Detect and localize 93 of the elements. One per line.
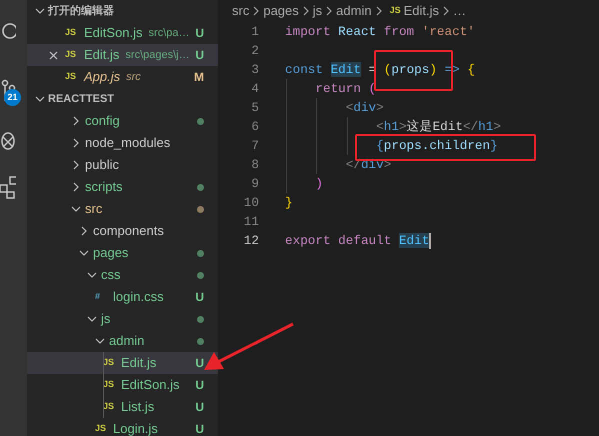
chevron-right-icon	[374, 6, 383, 16]
text-cursor	[429, 232, 432, 249]
folder-name: public	[85, 156, 119, 174]
chevron-right-icon	[442, 6, 450, 16]
file-name: EditSon.js	[84, 24, 143, 42]
code-line: {props.children}	[285, 136, 498, 155]
code-line: }	[285, 194, 293, 212]
close-icon	[49, 50, 58, 60]
folder-name: admin	[109, 332, 144, 350]
file-icon: JS	[65, 26, 81, 40]
line-number: 9	[250, 175, 259, 193]
tree-item[interactable]: public	[27, 154, 218, 176]
file-icon: JS	[65, 70, 81, 84]
breadcrumb-item[interactable]: admin	[336, 1, 372, 21]
code-line: export default Edit	[285, 232, 432, 250]
tree-item[interactable]: css	[27, 264, 218, 286]
file-icon: JS	[103, 378, 119, 392]
line-number: 1	[250, 23, 259, 41]
code-line: <div>	[285, 98, 384, 117]
open-editor-item[interactable]: JS App.js src M	[27, 66, 218, 88]
folder-name: node_modules	[85, 134, 170, 152]
section-header[interactable]: REACTTEST	[27, 88, 218, 110]
line-number: 10	[242, 194, 259, 212]
tree-item[interactable]: JS Login.js U	[27, 418, 218, 436]
file-icon: JS	[103, 400, 119, 414]
tree-item[interactable]: JS EditSon.js U	[27, 374, 218, 396]
file-name: Edit.js	[84, 46, 120, 64]
git-status: U	[195, 355, 204, 372]
folder-name: components	[93, 222, 164, 240]
tree-item[interactable]: js	[27, 308, 218, 330]
line-number: 7	[250, 137, 259, 155]
tree-item[interactable]: scripts	[27, 176, 218, 198]
open-editor-item[interactable]: JS EditSon.js src\pa… U	[27, 22, 218, 44]
folder-name: config	[85, 112, 120, 130]
code-line: )	[285, 174, 323, 193]
file-icon: #	[95, 290, 111, 304]
code-line: import React from 'react'	[285, 23, 475, 41]
folder-name: js	[101, 310, 110, 328]
chevron-right-icon	[252, 6, 260, 16]
extensions-icon	[0, 175, 16, 199]
line-number: 8	[250, 156, 259, 174]
section-header[interactable]: 打开的编辑器	[27, 0, 218, 22]
breadcrumb-item[interactable]: js	[312, 1, 322, 21]
file-name: Edit.js	[121, 354, 156, 372]
line-number: 12	[242, 232, 259, 250]
git-status: U	[195, 421, 204, 436]
line-number: 6	[250, 118, 259, 136]
git-status: M	[194, 69, 204, 86]
file-icon: JS	[103, 356, 119, 370]
file-name: App.js	[84, 68, 120, 86]
code-line: return (	[285, 79, 376, 98]
git-status: U	[195, 377, 204, 394]
folder-name: scripts	[85, 178, 123, 196]
file-icon: JS	[95, 422, 111, 436]
chevron-right-icon	[325, 6, 334, 16]
git-status: U	[195, 47, 204, 64]
line-number: 3	[250, 61, 259, 79]
tree-item[interactable]: JS List.js U	[27, 396, 218, 418]
file-icon: JS	[65, 48, 81, 62]
folder-name: css	[101, 266, 120, 284]
line-number: 4	[250, 80, 259, 98]
open-editor-item[interactable]: JS Edit.js src\pages\j… U	[27, 44, 218, 66]
file-path: src	[126, 70, 141, 85]
chevron-right-icon	[302, 6, 310, 16]
file-path: src\pa…	[148, 26, 190, 41]
line-number: 11	[242, 213, 259, 231]
file-path: src\pages\j…	[125, 48, 190, 63]
file-name: Login.js	[113, 420, 158, 436]
tree-item[interactable]: admin	[27, 330, 218, 352]
badge: 21	[4, 89, 21, 106]
line-number: 5	[250, 99, 259, 117]
tree-item[interactable]: # login.css U	[27, 286, 218, 308]
folder-name: pages	[93, 244, 128, 262]
tree-item[interactable]: pages	[27, 242, 218, 264]
git-status: U	[195, 289, 204, 306]
breadcrumb-item[interactable]: …	[453, 1, 466, 21]
tree-item[interactable]: node_modules	[27, 132, 218, 154]
file-name: login.css	[113, 288, 164, 306]
tree-item[interactable]: JS Edit.js U	[27, 352, 218, 374]
code-line: <h1>这是Edit</h1>	[285, 117, 501, 136]
breadcrumb-item[interactable]: pages	[263, 1, 299, 21]
tree-item[interactable]: config	[27, 110, 218, 132]
file-name: EditSon.js	[121, 376, 180, 394]
tree-item[interactable]: src	[27, 198, 218, 220]
breadcrumb-item[interactable]: Edit.js	[404, 1, 439, 21]
tree-item[interactable]: components	[27, 220, 218, 242]
file-icon: JS	[390, 4, 401, 18]
folder-name: src	[85, 200, 102, 218]
git-status: U	[195, 25, 204, 42]
git-status: U	[195, 399, 204, 416]
breadcrumb-item[interactable]: src	[232, 1, 250, 21]
file-name: List.js	[121, 398, 154, 416]
line-number: 2	[250, 42, 259, 60]
